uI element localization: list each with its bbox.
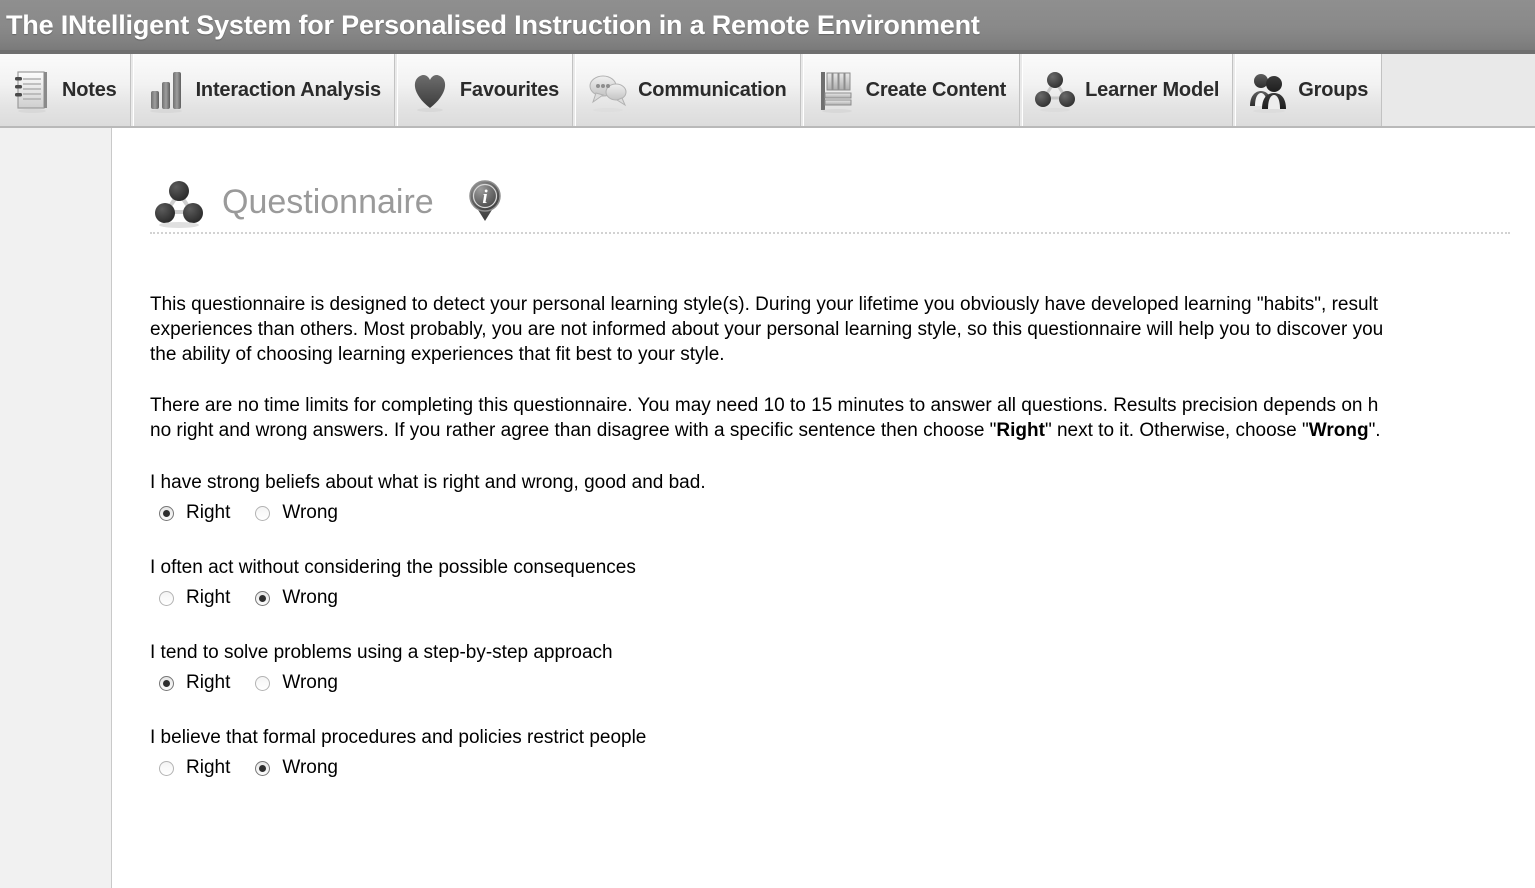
option-wrong[interactable]: Wrong [255,587,338,609]
option-wrong[interactable]: Wrong [255,757,338,779]
question-item: I believe that formal procedures and pol… [150,726,1535,779]
question-text: I tend to solve problems using a step-by… [150,642,613,663]
tab-label: Learner Model [1085,78,1220,101]
tab-groups[interactable]: Groups [1235,54,1383,126]
questions-list: I have strong beliefs about what is righ… [150,443,1535,779]
tab-label: Communication [638,78,787,101]
notes-icon [6,64,58,116]
intro-p2-text-2: " next to it. Otherwise, choose " [1044,420,1309,441]
option-label-wrong: Wrong [282,502,338,523]
page-title-row: Questionnaire i [150,128,1535,228]
option-label-wrong: Wrong [282,757,338,778]
info-badge-icon[interactable]: i [458,175,512,229]
svg-text:i: i [482,187,488,208]
tab-create-content[interactable]: Create Content [802,54,1021,126]
options-row: Right Wrong [150,502,1535,524]
option-label-right: Right [186,757,231,778]
question-text: I often act without considering the poss… [150,557,636,578]
question-text: I believe that formal procedures and pol… [150,727,647,748]
page-title: Questionnaire [222,182,434,221]
tab-label: Create Content [865,78,1007,101]
left-sidebar [0,128,112,888]
option-label-right: Right [186,672,231,693]
radio-wrong[interactable] [255,505,271,521]
options-row: Right Wrong [150,757,1535,779]
option-label-right: Right [186,587,231,608]
node-graph-icon [150,176,208,228]
radio-wrong[interactable] [255,590,271,606]
intro-paragraph-1: This questionnaire is designed to detect… [150,294,1384,365]
tab-label: Interaction Analysis [195,78,382,101]
content-pane: Questionnaire i This questionnaire is de… [112,128,1535,888]
intro-block: This questionnaire is designed to detect… [150,234,1535,443]
bar-chart-icon [140,64,192,116]
radio-right[interactable] [159,590,174,606]
intro-p2-bold-right: Right [996,420,1045,441]
question-item: I have strong beliefs about what is righ… [150,471,1535,524]
tab-label: Favourites [459,78,560,101]
option-label-wrong: Wrong [282,587,338,608]
option-wrong[interactable]: Wrong [255,502,338,524]
tab-favourites[interactable]: Favourites [396,54,574,126]
option-right[interactable]: Right [159,757,230,779]
books-shelf-icon [810,64,862,116]
node-graph-icon [1029,64,1081,116]
intro-p2-bold-wrong: Wrong [1308,420,1369,441]
page-body: Questionnaire i This questionnaire is de… [0,128,1535,888]
option-label-wrong: Wrong [282,672,338,693]
intro-paragraph-2: There are no time limits for completing … [150,367,1535,443]
radio-right[interactable] [159,760,174,776]
options-row: Right Wrong [150,587,1535,609]
question-item: I tend to solve problems using a step-by… [150,641,1535,694]
tab-communication[interactable]: Communication [575,54,801,126]
tab-label: Notes [62,78,117,101]
radio-right[interactable] [159,675,174,691]
app-header: The INtelligent System for Personalised … [0,0,1535,54]
tab-learner-model[interactable]: Learner Model [1022,54,1234,126]
app-title: The INtelligent System for Personalised … [6,9,980,40]
radio-right[interactable] [159,505,174,521]
option-label-right: Right [186,502,231,523]
option-wrong[interactable]: Wrong [255,672,338,694]
options-row: Right Wrong [150,672,1535,694]
main-tab-bar: Notes Interaction Analysis Favourites Co… [0,54,1535,128]
option-right[interactable]: Right [159,502,230,524]
tab-notes[interactable]: Notes [0,54,131,126]
question-item: I often act without considering the poss… [150,556,1535,609]
radio-wrong[interactable] [255,675,271,691]
option-right[interactable]: Right [159,672,230,694]
option-right[interactable]: Right [159,587,230,609]
people-icon [1242,64,1294,116]
radio-wrong[interactable] [255,760,271,776]
tab-label: Groups [1298,78,1369,101]
heart-icon [404,64,456,116]
tab-interaction-analysis[interactable]: Interaction Analysis [132,54,395,126]
intro-p2-text-3: ". [1368,420,1381,441]
speech-bubble-icon [582,64,634,116]
question-text: I have strong beliefs about what is righ… [150,472,706,493]
